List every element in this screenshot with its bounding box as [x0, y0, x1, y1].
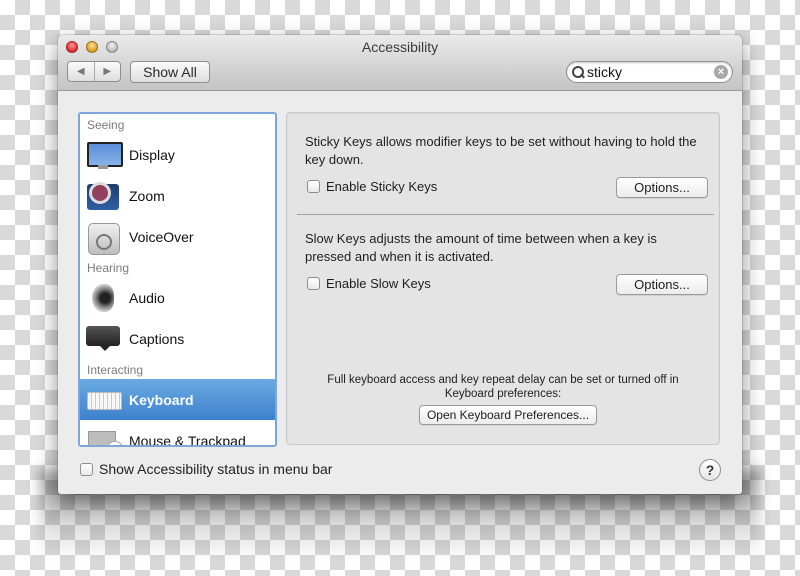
sidebar-item-captions[interactable]: Captions: [80, 318, 275, 359]
sidebar-item-label: Audio: [129, 289, 165, 306]
forward-button[interactable]: ▶: [93, 62, 121, 81]
sidebar-item-label: Zoom: [129, 187, 165, 204]
sticky-keys-options-button[interactable]: Options...: [616, 177, 708, 198]
window-title: Accessibility: [361, 39, 439, 55]
sidebar-item-label: Keyboard: [129, 391, 194, 408]
search-icon: [571, 65, 585, 79]
sidebar-item-keyboard[interactable]: Keyboard: [80, 379, 275, 420]
forward-arrow-icon: ▶: [103, 66, 112, 77]
clear-search-icon[interactable]: ×: [714, 65, 728, 79]
keyboard-preferences-note: Full keyboard access and key repeat dela…: [287, 373, 719, 401]
show-status-checkbox[interactable]: [80, 462, 93, 476]
zoom-icon: [86, 180, 121, 212]
sidebar-item-label: Captions: [129, 330, 185, 347]
audio-speaker-icon: [86, 282, 121, 314]
sidebar-item-label: Display: [129, 146, 175, 163]
open-keyboard-preferences-button[interactable]: Open Keyboard Preferences...: [419, 405, 597, 425]
search-input[interactable]: sticky: [587, 64, 714, 80]
display-icon: [86, 139, 123, 171]
slow-keys-options-button[interactable]: Options...: [616, 274, 708, 295]
sidebar-item-label: VoiceOver: [129, 228, 194, 245]
enable-sticky-keys-checkbox[interactable]: [307, 180, 320, 193]
enable-sticky-keys-row[interactable]: Enable Sticky Keys: [307, 179, 437, 194]
keyboard-settings-pane: Sticky Keys allows modifier keys to be s…: [286, 112, 720, 445]
sidebar-item-audio[interactable]: Audio: [80, 277, 275, 318]
section-label-hearing: Hearing: [87, 261, 130, 275]
section-label-interacting: Interacting: [87, 363, 144, 377]
show-status-row[interactable]: Show Accessibility status in menu bar: [80, 461, 332, 477]
note-line-1: Full keyboard access and key repeat dela…: [327, 374, 679, 386]
sidebar-item-label: Mouse & Trackpad: [129, 432, 246, 447]
section-label-seeing: Seeing: [87, 118, 125, 132]
sidebar-item-mouse-trackpad[interactable]: Mouse & Trackpad: [80, 420, 275, 447]
back-arrow-icon: ◀: [76, 66, 85, 77]
category-sidebar[interactable]: Seeing Display Zoom VoiceOver Hearing Au…: [78, 112, 277, 447]
back-forward-control: ◀ ▶: [67, 61, 121, 82]
voiceover-icon: [86, 221, 121, 255]
back-button[interactable]: ◀: [68, 62, 94, 81]
section-divider: [297, 214, 714, 215]
enable-slow-keys-checkbox[interactable]: [307, 277, 320, 290]
title-bar: Accessibility ◀ ▶ Show All sticky ×: [58, 35, 742, 91]
captions-icon: [86, 323, 121, 355]
enable-slow-keys-row[interactable]: Enable Slow Keys: [307, 276, 431, 291]
help-button[interactable]: ?: [699, 459, 721, 481]
note-line-2: Keyboard preferences:: [444, 388, 562, 400]
show-all-button[interactable]: Show All: [130, 61, 210, 83]
sidebar-item-voiceover[interactable]: VoiceOver: [80, 216, 275, 257]
search-field[interactable]: sticky ×: [566, 61, 733, 83]
preferences-window: Accessibility ◀ ▶ Show All sticky × Seei…: [58, 35, 742, 494]
show-status-label: Show Accessibility status in menu bar: [99, 461, 333, 477]
enable-slow-keys-label: Enable Slow Keys: [326, 276, 431, 291]
enable-sticky-keys-label: Enable Sticky Keys: [326, 179, 438, 194]
slow-keys-description: Slow Keys adjusts the amount of time bet…: [305, 231, 657, 264]
mouse-trackpad-icon: [86, 425, 124, 445]
sidebar-item-zoom[interactable]: Zoom: [80, 175, 275, 216]
sidebar-item-display[interactable]: Display: [80, 134, 275, 175]
keyboard-icon: [86, 384, 122, 416]
sticky-keys-description: Sticky Keys allows modifier keys to be s…: [305, 134, 697, 167]
